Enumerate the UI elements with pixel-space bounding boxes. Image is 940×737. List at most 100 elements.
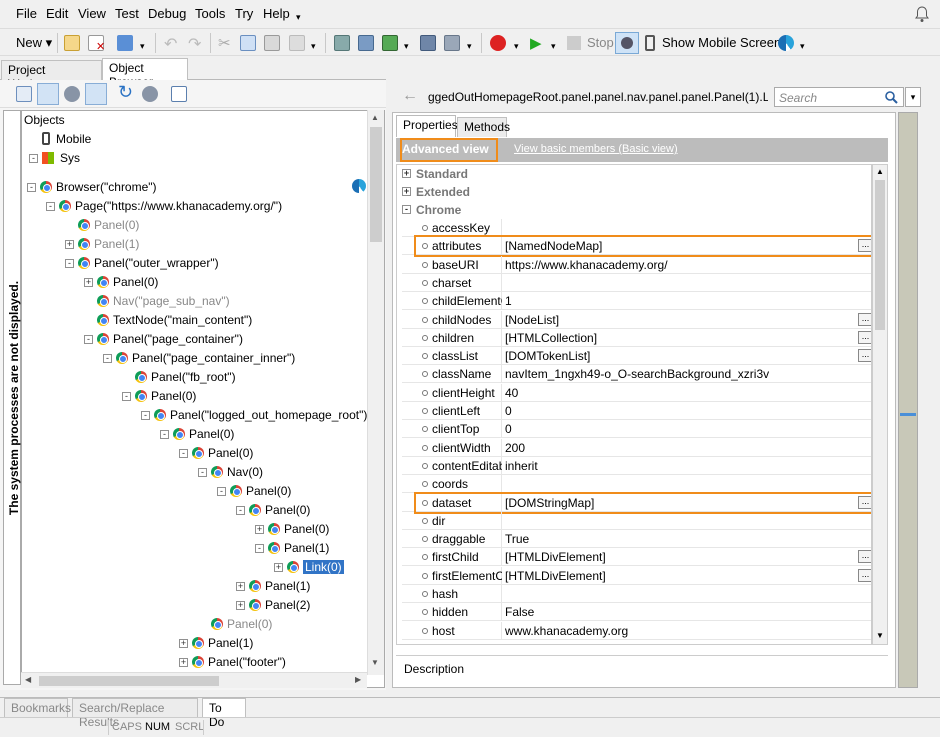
expand-toggle[interactable]: + [65,240,74,249]
collapse-toggle[interactable]: - [29,154,38,163]
redo-icon[interactable]: ↷ [188,34,201,54]
tree-node[interactable]: Panel(0) [249,501,310,519]
search-icon[interactable] [885,91,899,105]
collapse-toggle[interactable]: - [236,506,245,515]
chevron-down-icon[interactable]: ▾ [467,41,472,52]
show-mobile-screen-button[interactable]: Show Mobile Screen [662,33,781,53]
property-row[interactable]: draggable True [402,530,871,549]
ellipsis-button[interactable]: ... [858,550,871,564]
new-button[interactable]: New ▾ [16,33,52,53]
tree-node[interactable]: Panel(0) [173,425,234,443]
menu-view[interactable]: View [78,6,106,21]
tree-node[interactable]: Page("https://www.khanacademy.org/") [59,197,282,215]
menu-debug[interactable]: Debug [148,6,186,21]
scrollbar-thumb[interactable] [370,127,382,242]
stop-button[interactable]: Stop [587,33,614,53]
collapse-toggle[interactable]: - [198,468,207,477]
tree-node[interactable]: Panel(1) [78,235,139,253]
tree-node[interactable]: Panel("fb_root") [135,368,236,386]
tree-node[interactable]: Sys [42,149,80,167]
copy-icon[interactable] [240,35,256,51]
collapse-toggle[interactable]: - [217,487,226,496]
paste-icon[interactable] [264,35,280,51]
bell-icon[interactable] [914,5,930,23]
tree-node[interactable]: Panel("footer") [192,653,286,671]
property-row[interactable]: hash [402,585,871,603]
chevron-down-icon[interactable]: ▾ [311,41,316,52]
checkpoint-icon[interactable] [420,35,436,51]
tree-node[interactable]: Panel(0) [78,216,139,234]
menu-file[interactable]: File [16,6,37,21]
stop-icon[interactable] [567,36,581,50]
expand-toggle[interactable]: + [179,639,188,648]
collapse-toggle[interactable]: - [46,202,55,211]
tree-node[interactable]: TextNode("main_content") [97,311,252,329]
collapse-toggle[interactable]: - [27,183,36,192]
tree-node[interactable]: Mobile [42,130,91,148]
delete-icon[interactable] [289,35,305,51]
tree-node[interactable]: Panel("outer_wrapper") [78,254,219,272]
chevron-down-icon[interactable]: ▾ [800,41,805,52]
ellipsis-button[interactable]: ... [858,349,871,363]
tree-node[interactable]: Panel(1) [268,539,329,557]
tab-project-workspace[interactable]: Project Workspace [1,60,102,91]
collapse-toggle[interactable]: - [160,430,169,439]
search-dropdown[interactable]: ▾ [905,87,921,107]
record-object-icon[interactable] [382,35,398,51]
tree-node[interactable]: Nav(0) [211,463,263,481]
open-folder-icon[interactable] [64,35,80,51]
tree-vertical-scrollbar[interactable]: ▲ ▼ [367,110,384,675]
tree-node[interactable]: Panel(2) [249,596,310,614]
tab-object-browser[interactable]: Object Browser [102,58,188,89]
tree-node[interactable]: Panel(1) [192,634,253,652]
property-row[interactable]: hidden False [402,603,871,622]
category-extended[interactable]: + Extended [402,183,871,201]
object-spy-icon[interactable] [358,35,374,51]
property-row[interactable]: host www.khanacademy.org [402,621,871,640]
ellipsis-button[interactable]: ... [858,312,871,326]
property-grid[interactable]: + Standard + Extended - Chrome accessKey attri… [396,164,872,645]
tab-search-replace[interactable]: Search/Replace Results [72,698,198,729]
property-row[interactable]: clientLeft 0 [402,402,871,420]
collapse-toggle[interactable]: - [103,354,112,363]
property-row[interactable]: firstElementCh[HTMLDivElement]... [402,566,871,585]
ellipsis-button[interactable]: ... [858,330,871,344]
back-arrow-icon[interactable]: ← [402,87,418,105]
property-row[interactable]: clientWidth 200 [402,438,871,457]
category-standard[interactable]: + Standard [402,165,871,183]
save-icon[interactable] [117,35,133,51]
tree-node[interactable]: Panel(1) [249,577,310,595]
collapse-toggle[interactable]: - [122,392,131,401]
collapse-toggle[interactable]: - [141,411,150,420]
expand-toggle[interactable]: + [236,582,245,591]
tree-node[interactable]: Panel("page_container") [97,330,243,348]
property-row[interactable]: clientHeight 40 [402,383,871,402]
tree-node[interactable]: Browser("chrome") [40,178,157,196]
property-row[interactable]: baseURI https://www.khanacademy.org/ [402,255,871,274]
property-row[interactable]: classList [DOMTokenList]... [402,347,871,366]
property-row[interactable]: childNodes [NodeList]... [402,310,871,329]
tab-methods[interactable]: Methods [457,117,510,137]
collapse-toggle[interactable]: - [84,335,93,344]
undo-icon[interactable]: ↶ [164,34,177,54]
collapse-toggle[interactable]: - [402,205,411,214]
tree-node[interactable]: Panel(0) [135,387,196,405]
chevron-down-icon[interactable]: ▾ [551,41,556,52]
expand-toggle[interactable]: + [402,187,411,196]
tree-node[interactable]: Panel("logged_out_homepage_root") [154,406,367,424]
add-object-icon[interactable] [334,35,350,51]
cut-icon[interactable]: ✂ [218,34,231,52]
run-icon[interactable]: ▶ [530,34,542,52]
property-row[interactable]: dir [402,511,871,530]
grid-vertical-scrollbar[interactable]: ▲ ▼ [872,164,888,645]
highlight-icon[interactable] [85,83,107,105]
tree-node[interactable]: Panel(0) [268,520,329,538]
tree-node[interactable]: Panel(0) [192,444,253,462]
expand-toggle[interactable]: + [236,601,245,610]
window-icon[interactable] [171,86,187,102]
ellipsis-button[interactable]: ... [858,568,871,582]
expand-toggle[interactable]: + [179,658,188,667]
mobile-center-icon[interactable] [352,179,366,193]
property-row[interactable]: contentEditabl inherit [402,456,871,475]
menu-tools[interactable]: Tools [195,6,225,21]
